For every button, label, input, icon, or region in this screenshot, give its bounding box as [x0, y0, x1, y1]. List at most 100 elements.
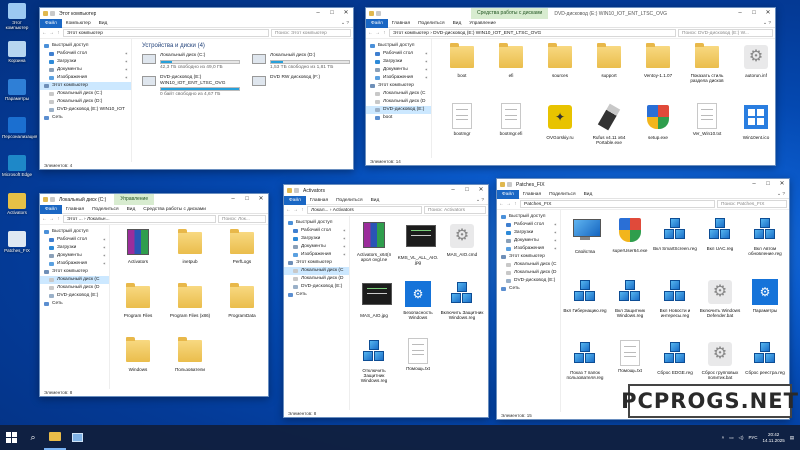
sidebar-item-9[interactable]: Сеть: [284, 291, 349, 299]
sidebar-item-0[interactable]: Быстрый доступ: [40, 228, 109, 236]
tab-share[interactable]: Поделиться: [332, 198, 367, 203]
back-icon[interactable]: ←: [42, 31, 47, 36]
tab-share[interactable]: Поделиться: [88, 207, 123, 212]
close-button[interactable]: ✕: [339, 8, 353, 19]
titlebar[interactable]: Patches_FIX – □ ✕: [497, 179, 789, 190]
sidebar-item-0[interactable]: Быстрый доступ: [40, 42, 131, 50]
sidebar-item-3[interactable]: Документы ✶: [40, 252, 109, 260]
forward-icon[interactable]: →: [506, 202, 511, 207]
sidebar-item-9[interactable]: Сеть: [40, 300, 109, 308]
file-item[interactable]: Включить Защитник Windows.reg: [440, 280, 484, 320]
file-item[interactable]: boot: [440, 43, 484, 78]
language-indicator[interactable]: РУС: [749, 435, 758, 440]
file-item[interactable]: Вкл Новости и интересы.reg: [653, 278, 697, 318]
minimize-button[interactable]: –: [226, 194, 240, 205]
path-input[interactable]: Этот компьютер › DVD-дисковод (E:) WIN10…: [389, 29, 676, 37]
sidebar-item-5[interactable]: Этот компьютер: [366, 82, 431, 90]
sidebar-item-4[interactable]: Изображения ✶: [366, 74, 431, 82]
window-this-pc[interactable]: Этот компьютер – □ ✕ Файл Компьютер Вид ⌄ …: [39, 7, 354, 170]
file-item[interactable]: KMS_VL_ALL_AIO. jpg: [396, 222, 440, 265]
sidebar-item-7[interactable]: Локальный диск (D: [40, 284, 109, 292]
forward-icon[interactable]: →: [49, 31, 54, 36]
file-item[interactable]: ⚙ MAS_AIO.cmd: [440, 222, 484, 257]
file-item[interactable]: ⚙ Параметры: [743, 278, 787, 313]
sidebar-item-2[interactable]: Загрузки ✶: [40, 244, 109, 252]
sidebar-item-7[interactable]: Локальный диск (D: [497, 269, 560, 277]
file-item[interactable]: Вкл Гибернацию.reg: [563, 278, 607, 313]
path-input[interactable]: Локал... › Activators: [307, 206, 422, 214]
tab-home[interactable]: Главная: [388, 21, 414, 26]
up-icon[interactable]: ↑: [382, 31, 387, 36]
file-item[interactable]: Rufus v4.11 x64 Portable.exe: [587, 103, 631, 145]
sidebar-item-8[interactable]: DVD-дисковод (E:) WIN10_IOT: [40, 106, 131, 114]
back-icon[interactable]: ←: [286, 208, 291, 213]
explorer-taskbar-icon[interactable]: [44, 425, 66, 450]
file-item[interactable]: Свойства: [563, 216, 607, 254]
file-item[interactable]: Activators: [116, 229, 160, 264]
search-input[interactable]: Поиск: Лок...: [218, 215, 266, 223]
desktop-icon-1[interactable]: Корзина: [2, 41, 32, 63]
context-tab[interactable]: Средства работы с дисками: [471, 8, 549, 19]
maximize-button[interactable]: □: [761, 179, 775, 190]
sidebar-item-4[interactable]: Изображения ✶: [497, 245, 560, 253]
sidebar-item-0[interactable]: Быстрый доступ: [284, 219, 349, 227]
drive-item[interactable]: DVD RW дисковод (F:): [252, 75, 352, 86]
sidebar-item-8[interactable]: DVD-дисковод (E:): [40, 292, 109, 300]
search-input[interactable]: Поиск: Этот компьютер: [271, 29, 351, 37]
close-button[interactable]: ✕: [474, 185, 488, 196]
tab-file[interactable]: Файл: [40, 18, 62, 28]
search-input[interactable]: Поиск: Patches_FIX: [717, 200, 787, 208]
file-item[interactable]: Windows: [116, 337, 160, 372]
tab-home[interactable]: Главная: [519, 192, 545, 197]
file-item[interactable]: ⚙ Сброс групповых политик.bat: [698, 340, 742, 380]
sidebar-item-8[interactable]: DVD-дисковод (E:): [497, 277, 560, 285]
file-item[interactable]: Program Files: [116, 283, 160, 318]
titlebar[interactable]: Средства работы с дисками DVD-дисковод (…: [366, 8, 775, 19]
tab-drive-tools[interactable]: Средства работы с дисками: [139, 207, 210, 212]
up-icon[interactable]: ↑: [513, 202, 518, 207]
tab-view[interactable]: Вид: [449, 21, 466, 26]
file-item[interactable]: MAS_AIO.jpg: [352, 280, 396, 318]
sidebar-item-9[interactable]: Сеть: [497, 285, 560, 293]
clock[interactable]: 20:42 14.11.2025: [763, 432, 785, 443]
file-item[interactable]: superUser64.exe: [608, 216, 652, 253]
file-item[interactable]: Ver_Win10.txt: [685, 103, 729, 136]
file-item[interactable]: Отключить Защитник Windows.reg: [352, 338, 396, 383]
chevron-down-icon[interactable]: ⌄ ?: [472, 198, 488, 203]
desktop-icon-3[interactable]: Персонализация: [2, 117, 37, 139]
chevron-down-icon[interactable]: ⌄ ?: [773, 192, 789, 197]
up-icon[interactable]: ↑: [56, 31, 61, 36]
search-icon[interactable]: ⌕: [22, 425, 44, 450]
sidebar-item-0[interactable]: Быстрый доступ: [366, 42, 431, 50]
file-item[interactable]: ⚙ autorun.inf: [734, 43, 775, 78]
forward-icon[interactable]: →: [49, 217, 54, 222]
sidebar-item-5[interactable]: Этот компьютер: [497, 253, 560, 261]
path-input[interactable]: Этот ... › Локальн...: [63, 215, 216, 223]
tab-view[interactable]: Вид: [123, 207, 140, 212]
tab-share[interactable]: Поделиться: [414, 21, 449, 26]
tab-file[interactable]: Файл: [40, 204, 62, 214]
window-activators[interactable]: Activators – □ ✕ Файл Главная Поделиться В…: [283, 184, 489, 418]
sidebar-item-5[interactable]: Этот компьютер: [40, 82, 131, 90]
file-item[interactable]: ⚙ Включить Windows Defender.bat: [698, 278, 742, 318]
tab-share[interactable]: Поделиться: [545, 192, 580, 197]
file-item[interactable]: Вкл UAC.reg: [698, 216, 742, 251]
minimize-button[interactable]: –: [311, 8, 325, 19]
sidebar-item-1[interactable]: Рабочий стол ✶: [497, 221, 560, 229]
control-panel-taskbar-icon[interactable]: [66, 425, 88, 450]
desktop-icon-5[interactable]: Activators: [2, 193, 32, 215]
sidebar-item-4[interactable]: Изображения ✶: [284, 251, 349, 259]
desktop-icon-2[interactable]: Параметры: [2, 79, 32, 101]
sidebar-item-4[interactable]: Изображения ✶: [40, 74, 131, 82]
file-item[interactable]: Вкл Автом обновление.reg: [743, 216, 787, 256]
search-input[interactable]: Поиск: Activators: [424, 206, 486, 214]
maximize-button[interactable]: □: [325, 8, 339, 19]
sidebar-item-1[interactable]: Рабочий стол ✶: [284, 227, 349, 235]
sidebar-item-2[interactable]: Загрузки ✶: [284, 235, 349, 243]
file-item[interactable]: PerfLogs: [220, 229, 264, 264]
tab-view[interactable]: Вид: [367, 198, 384, 203]
tab-view[interactable]: Вид: [580, 192, 597, 197]
file-item[interactable]: setup.exe: [636, 103, 680, 140]
maximize-button[interactable]: □: [460, 185, 474, 196]
titlebar[interactable]: Этот компьютер – □ ✕: [40, 8, 353, 19]
